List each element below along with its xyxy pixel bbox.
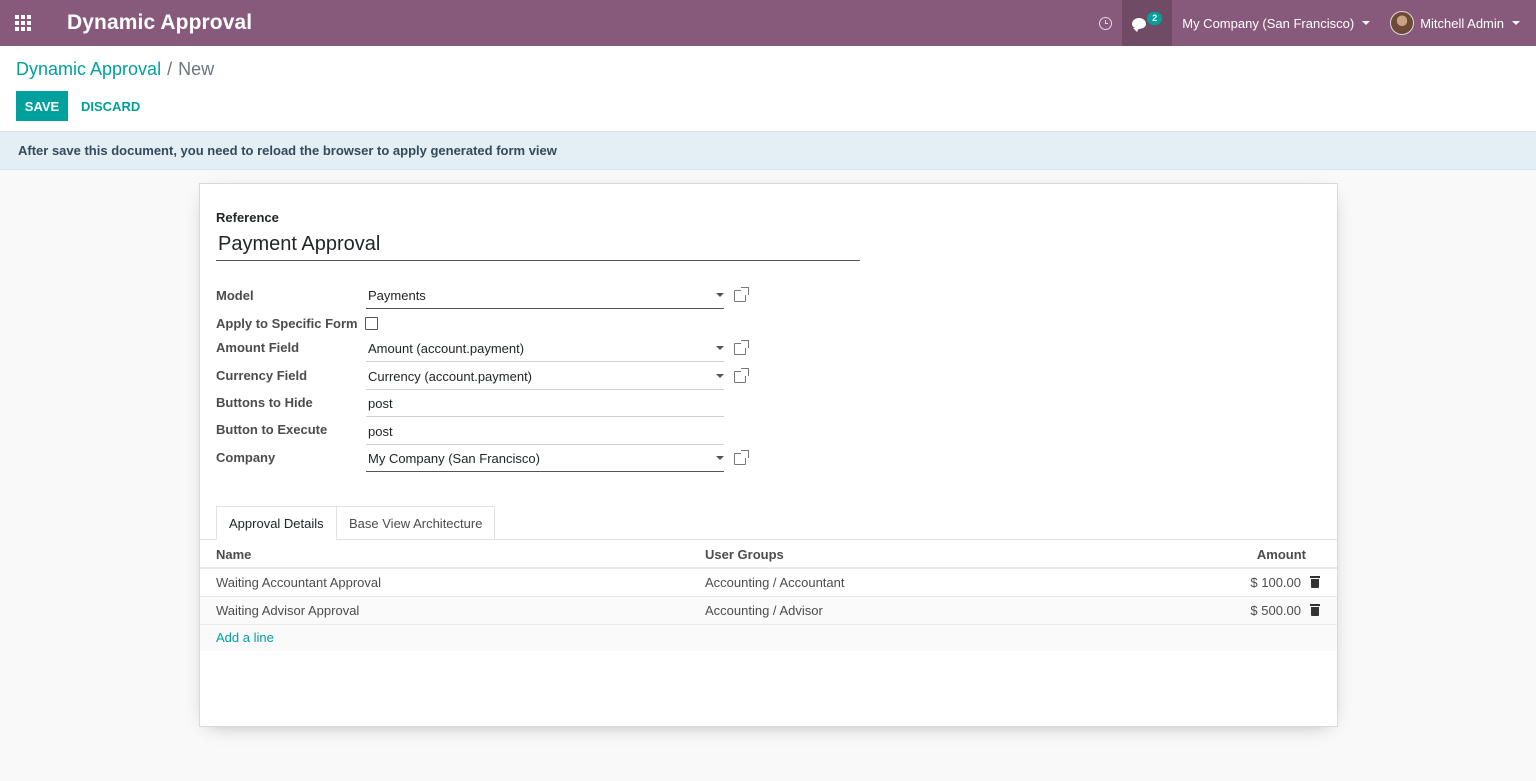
app-title[interactable]: Dynamic Approval [67, 11, 252, 35]
breadcrumb-separator: / [167, 59, 173, 79]
table-row[interactable]: Waiting Advisor Approval Accounting / Ad… [200, 597, 1337, 625]
breadcrumb-parent-link[interactable]: Dynamic Approval [16, 59, 161, 79]
external-link-icon[interactable] [734, 340, 749, 355]
messages-badge: 2 [1147, 11, 1163, 25]
clock-icon [1099, 16, 1113, 30]
model-label: Model [216, 288, 254, 303]
currency-field-label: Currency Field [216, 368, 308, 383]
chevron-down-icon [716, 374, 724, 378]
company-switcher[interactable]: My Company (San Francisco) [1172, 0, 1380, 46]
trash-icon[interactable] [1310, 576, 1320, 588]
external-link-icon[interactable] [734, 368, 749, 383]
row-name: Waiting Accountant Approval [216, 575, 382, 590]
table-row[interactable]: Waiting Accountant Approval Accounting /… [200, 569, 1337, 597]
apps-menu-icon[interactable] [0, 0, 46, 46]
model-value: Payments [368, 288, 426, 303]
chevron-down-icon [716, 456, 724, 460]
company-value: My Company (San Francisco) [368, 451, 540, 466]
external-link-icon[interactable] [734, 450, 749, 465]
buttons-hide-input[interactable]: post [366, 391, 724, 417]
discard-button[interactable]: DISCARD [81, 91, 140, 121]
navbar-systray: 2 My Company (San Francisco) Mitchell Ad… [1089, 0, 1536, 46]
control-panel: Dynamic Approval / New SAVE DISCARD [0, 46, 1536, 132]
column-header-amount[interactable]: Amount [1257, 547, 1306, 562]
chevron-down-icon [716, 346, 724, 350]
apply-specific-checkbox[interactable] [365, 317, 378, 330]
chevron-down-icon [716, 293, 724, 297]
chevron-down-icon [1512, 21, 1520, 25]
row-amount: $ 100.00 [1250, 575, 1301, 590]
activities-button[interactable] [1089, 0, 1122, 46]
notebook-tabs: Approval Details Base View Architecture [200, 506, 1337, 540]
row-name: Waiting Advisor Approval [216, 603, 360, 618]
column-header-user-groups[interactable]: User Groups [705, 547, 784, 562]
column-header-name[interactable]: Name [216, 547, 251, 562]
breadcrumb: Dynamic Approval / New [16, 59, 214, 80]
currency-field-value: Currency (account.payment) [368, 369, 533, 384]
reference-input[interactable]: Payment Approval [216, 228, 860, 261]
form-sheet: Reference Payment Approval Model Payment… [199, 183, 1338, 727]
chevron-down-icon [1362, 21, 1371, 25]
reference-label: Reference [216, 210, 279, 225]
apply-specific-label: Apply to Specific Form [216, 316, 358, 331]
avatar [1390, 11, 1415, 35]
user-name: Mitchell Admin [1420, 15, 1504, 31]
trash-icon[interactable] [1310, 604, 1320, 616]
company-label: Company [216, 450, 276, 465]
user-menu[interactable]: Mitchell Admin [1380, 0, 1536, 46]
tab-approval-details[interactable]: Approval Details [216, 506, 337, 540]
add-line-row: Add a line [200, 625, 1337, 651]
currency-field-select[interactable]: Currency (account.payment) [366, 364, 724, 390]
row-user-groups: Accounting / Advisor [705, 603, 823, 618]
company-name: My Company (San Francisco) [1182, 15, 1355, 31]
top-navbar: Dynamic Approval 2 My Company (San Franc… [0, 0, 1536, 46]
button-execute-input[interactable]: post [366, 419, 724, 445]
external-link-icon[interactable] [734, 287, 749, 302]
model-select[interactable]: Payments [366, 283, 724, 309]
add-line-link[interactable]: Add a line [216, 630, 274, 645]
buttons-hide-label: Buttons to Hide [216, 395, 313, 410]
row-amount: $ 500.00 [1250, 603, 1301, 618]
amount-field-value: Amount (account.payment) [368, 341, 525, 356]
company-select[interactable]: My Company (San Francisco) [366, 446, 724, 472]
button-execute-label: Button to Execute [216, 422, 328, 437]
amount-field-select[interactable]: Amount (account.payment) [366, 336, 724, 362]
save-button[interactable]: SAVE [16, 91, 68, 121]
messages-button[interactable]: 2 [1122, 0, 1173, 46]
info-alert: After save this document, you need to re… [0, 132, 1536, 170]
chat-icon [1132, 17, 1147, 32]
amount-field-label: Amount Field [216, 340, 300, 355]
tab-base-view-architecture[interactable]: Base View Architecture [336, 506, 496, 540]
row-user-groups: Accounting / Accountant [705, 575, 845, 590]
table-header: Name User Groups Amount [200, 541, 1337, 569]
breadcrumb-current: New [178, 59, 215, 79]
